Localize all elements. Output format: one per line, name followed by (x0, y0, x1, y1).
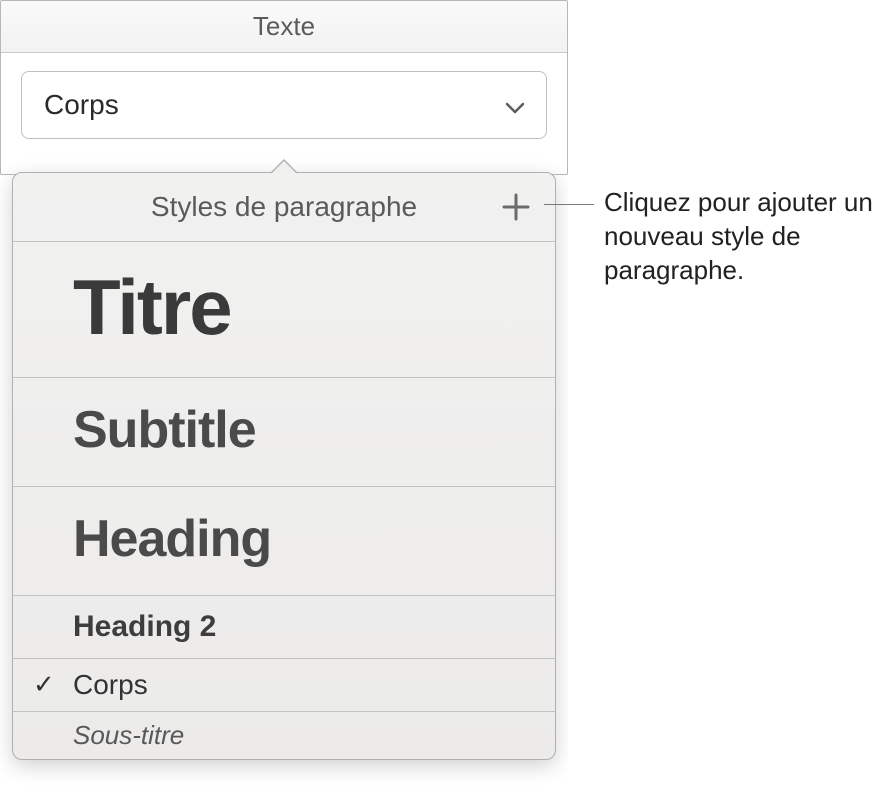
paragraph-style-selector[interactable]: Corps (21, 71, 547, 139)
add-style-button[interactable] (499, 190, 533, 224)
style-label: Titre (73, 263, 231, 351)
style-item-sous-titre[interactable]: Sous-titre (13, 711, 555, 759)
popover-header: Styles de paragraphe (13, 173, 555, 242)
panel-header: Texte (1, 1, 567, 53)
selected-style-label: Corps (44, 89, 119, 121)
style-item-corps[interactable]: ✓ Corps (13, 658, 555, 711)
chevron-down-icon (506, 89, 524, 121)
styles-list: Titre Subtitle Heading Heading 2 ✓ Corps… (13, 242, 555, 759)
check-icon: ✓ (33, 669, 55, 700)
callout-text: Cliquez pour ajouter un nouveau style de… (604, 186, 886, 287)
style-label: Corps (73, 669, 148, 700)
style-item-heading[interactable]: Heading (13, 486, 555, 595)
style-item-subtitle[interactable]: Subtitle (13, 377, 555, 486)
text-inspector-panel: Texte Corps (0, 0, 568, 175)
paragraph-styles-popover: Styles de paragraphe Titre Subtitle Head… (12, 172, 556, 760)
style-label: Heading 2 (73, 610, 216, 643)
selector-container: Corps (1, 53, 567, 174)
plus-icon (501, 192, 531, 222)
panel-title: Texte (253, 11, 315, 41)
style-label: Subtitle (73, 401, 256, 459)
style-label: Heading (73, 510, 271, 568)
popover-title: Styles de paragraphe (151, 191, 417, 223)
style-item-heading-2[interactable]: Heading 2 (13, 595, 555, 658)
style-label: Sous-titre (73, 720, 184, 750)
callout-leader-line (544, 204, 594, 205)
style-item-titre[interactable]: Titre (13, 242, 555, 377)
